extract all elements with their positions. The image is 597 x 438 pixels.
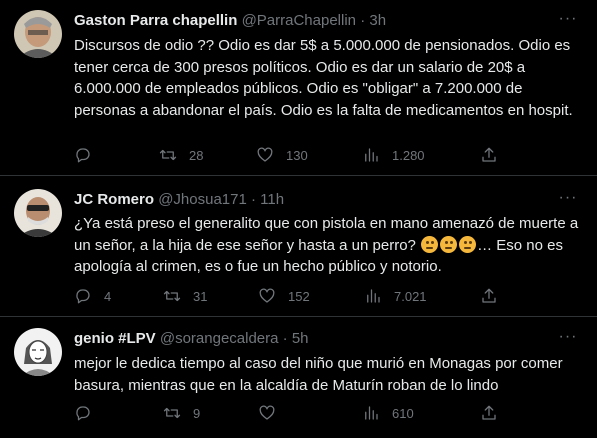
- views-icon: [365, 148, 378, 162]
- retweet-icon: [159, 149, 177, 161]
- author-handle[interactable]: @ParraChapellin: [242, 12, 356, 29]
- more-options-icon[interactable]: ···: [553, 190, 583, 211]
- timestamp[interactable]: 5h: [292, 330, 309, 347]
- author-name[interactable]: JC Romero: [74, 191, 154, 208]
- reply-button[interactable]: 4: [74, 286, 111, 306]
- retweet-button[interactable]: 31: [163, 286, 207, 306]
- reply-count: 4: [104, 288, 112, 304]
- share-button[interactable]: [480, 403, 498, 423]
- retweet-button[interactable]: 28: [159, 145, 203, 165]
- avatar[interactable]: [14, 328, 62, 376]
- share-button[interactable]: [480, 286, 498, 306]
- view-count: 1.280: [392, 147, 425, 163]
- tweet-header: Gaston Parra chapellin @ParraChapellin ·…: [74, 11, 386, 31]
- separator-dot: ·: [251, 191, 256, 208]
- thinking-face-icon: [421, 235, 439, 253]
- author-name[interactable]: Gaston Parra chapellin: [74, 12, 237, 29]
- tweet-text: ¿Ya está preso el generalito que con pis…: [74, 213, 579, 278]
- author-handle[interactable]: @sorangecaldera: [160, 330, 279, 347]
- like-count: 130: [286, 147, 308, 163]
- heart-icon: [259, 288, 275, 303]
- tweet-text: mejor le dedica tiempo al caso del niño …: [74, 355, 563, 394]
- retweet-count: 9: [193, 405, 201, 421]
- author-name[interactable]: genio #LPV: [74, 330, 156, 347]
- share-icon: [482, 288, 496, 303]
- tweet-actions: 28 130 1.280: [74, 145, 504, 165]
- timestamp[interactable]: 11h: [260, 191, 284, 208]
- share-button[interactable]: [480, 145, 498, 165]
- tweet-actions: 4 31 152 7.021: [74, 286, 504, 306]
- timestamp[interactable]: 3h: [369, 12, 386, 29]
- separator-dot: ·: [360, 12, 366, 29]
- retweet-icon: [163, 407, 181, 419]
- heart-icon: [259, 405, 275, 420]
- more-options-icon[interactable]: ···: [553, 329, 583, 350]
- heart-icon: [257, 147, 273, 162]
- thinking-face-icon: [440, 235, 458, 253]
- author-handle[interactable]: @Jhosua171: [158, 191, 247, 208]
- tweet[interactable]: JC Romero @Jhosua171 · 11h ··· ¿Ya está …: [0, 176, 597, 317]
- like-count: 152: [288, 288, 310, 304]
- tweet-actions: 9 610: [74, 403, 504, 423]
- avatar[interactable]: [14, 10, 62, 58]
- views-button[interactable]: 610: [362, 403, 414, 423]
- views-icon: [365, 406, 378, 420]
- reply-icon: [76, 148, 90, 163]
- reply-button[interactable]: [74, 403, 104, 423]
- reply-button[interactable]: [74, 145, 104, 165]
- thinking-face-icon: [459, 235, 477, 253]
- reply-icon: [76, 406, 90, 421]
- view-count: 610: [392, 405, 414, 421]
- view-count: 7.021: [394, 288, 427, 304]
- retweet-count: 31: [193, 288, 208, 304]
- retweet-icon: [163, 290, 181, 302]
- views-button[interactable]: 1.280: [362, 145, 425, 165]
- like-button[interactable]: 152: [258, 286, 310, 306]
- views-button[interactable]: 7.021: [364, 286, 427, 306]
- tweet[interactable]: genio #LPV @sorangecaldera · 5h ··· mejo…: [0, 317, 597, 438]
- retweet-button[interactable]: 9: [163, 403, 200, 423]
- share-icon: [482, 147, 496, 162]
- retweet-count: 28: [189, 147, 204, 163]
- tweet-text: Discursos de odio ?? Odio es dar 5$ a 5.…: [74, 37, 573, 119]
- avatar[interactable]: [14, 189, 62, 237]
- more-options-icon[interactable]: ···: [553, 11, 583, 32]
- separator-dot: ·: [282, 330, 288, 347]
- tweet-header: genio #LPV @sorangecaldera · 5h: [74, 329, 309, 349]
- like-button[interactable]: 130: [256, 145, 308, 165]
- views-icon: [367, 289, 380, 303]
- like-button[interactable]: [258, 403, 288, 423]
- share-icon: [482, 405, 496, 420]
- tweet[interactable]: Gaston Parra chapellin @ParraChapellin ·…: [0, 0, 597, 176]
- reply-icon: [76, 289, 90, 304]
- tweet-header: JC Romero @Jhosua171 · 11h: [74, 190, 284, 210]
